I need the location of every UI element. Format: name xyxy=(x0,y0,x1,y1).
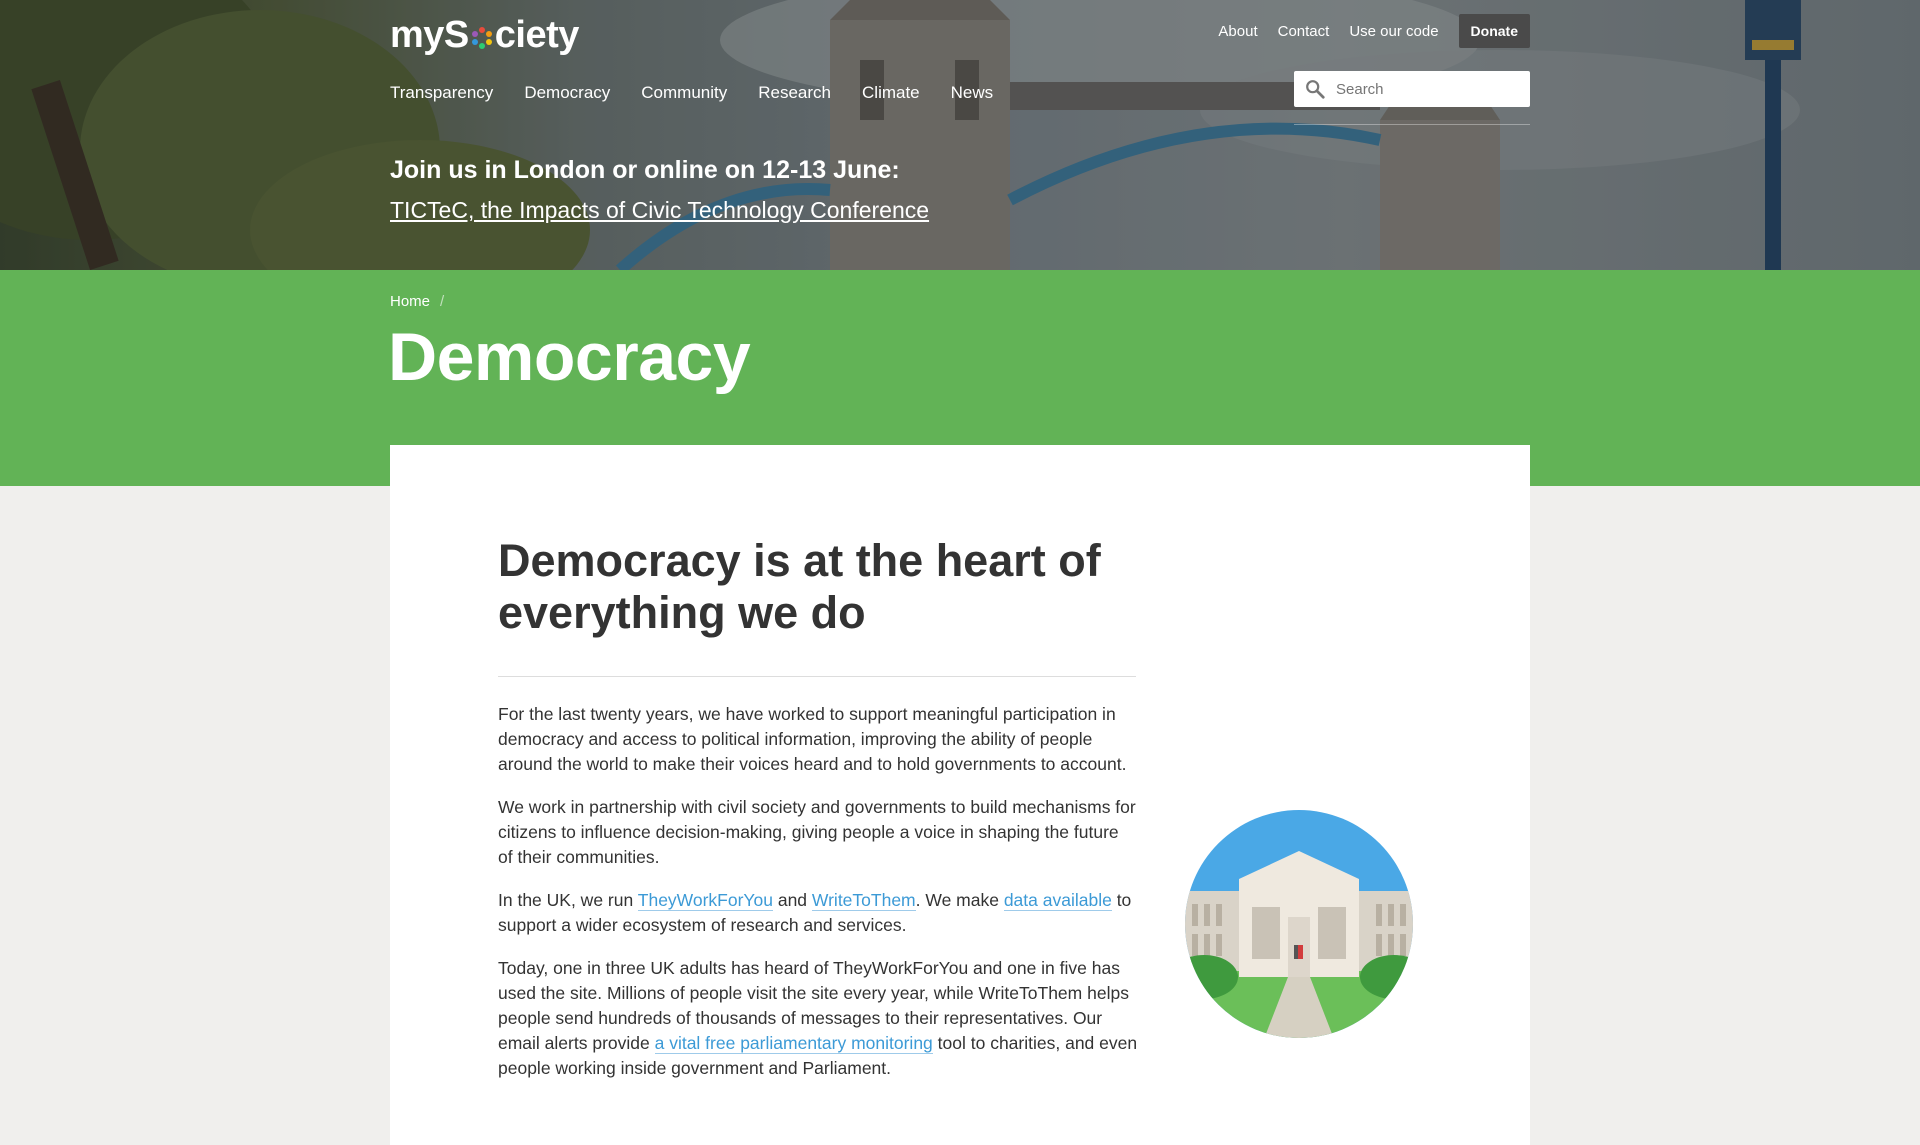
paragraph-1: For the last twenty years, we have worke… xyxy=(498,704,1127,774)
paragraph-2: We work in partnership with civil societ… xyxy=(498,797,1136,867)
writetothem-link[interactable]: WriteToThem xyxy=(811,890,916,911)
breadcrumb-home[interactable]: Home xyxy=(390,293,430,310)
nav-use-our-code[interactable]: Use our code xyxy=(1349,23,1438,40)
search-icon[interactable] xyxy=(1304,78,1326,100)
body-text: For the last twenty years, we have worke… xyxy=(498,702,1138,1099)
heading-divider xyxy=(498,676,1136,677)
data-available-link[interactable]: data available xyxy=(1003,890,1112,911)
nav-about[interactable]: About xyxy=(1218,23,1257,40)
paragraph-3-text-c: . We make xyxy=(915,890,1004,910)
parliament-building-illustration xyxy=(1185,810,1413,1038)
search-input[interactable] xyxy=(1334,79,1528,99)
mysociety-logo[interactable]: myS ciety xyxy=(390,14,579,57)
hero-overlay xyxy=(0,0,1920,270)
search-box xyxy=(1294,71,1530,107)
logo-text-end: ciety xyxy=(494,14,580,56)
page-title: Democracy xyxy=(388,319,751,395)
main-nav: Transparency Democracy Community Researc… xyxy=(390,83,993,103)
nav-divider xyxy=(1294,124,1530,125)
parliamentary-monitoring-link[interactable]: a vital free parliamentary monitoring xyxy=(654,1033,933,1054)
breadcrumb: Home / xyxy=(390,293,444,310)
theyworkforyou-link[interactable]: TheyWorkForYou xyxy=(637,890,773,911)
logo-text-start: myS xyxy=(390,14,469,56)
breadcrumb-separator: / xyxy=(440,293,445,310)
paragraph-3-text-b: and xyxy=(772,890,812,910)
nav-transparency[interactable]: Transparency xyxy=(390,83,493,103)
paragraph-3-text-a: In the UK, we run xyxy=(498,890,638,910)
hero-banner xyxy=(0,0,1920,270)
event-banner-link[interactable]: TICTeC, the Impacts of Civic Technology … xyxy=(390,197,929,224)
paragraph-3: In the UK, we run TheyWorkForYou and Wri… xyxy=(498,888,1138,938)
nav-news[interactable]: News xyxy=(951,83,994,103)
nav-research[interactable]: Research xyxy=(758,83,831,103)
event-banner-title: Join us in London or online on 12-13 Jun… xyxy=(390,156,900,184)
logo-ring-icon xyxy=(471,26,492,49)
utility-nav: About Contact Use our code Donate xyxy=(1218,14,1530,48)
nav-democracy[interactable]: Democracy xyxy=(524,83,610,103)
section-heading: Democracy is at the heart of everything … xyxy=(498,535,1101,638)
nav-community[interactable]: Community xyxy=(641,83,727,103)
donate-button[interactable]: Donate xyxy=(1458,14,1530,48)
content-card: Democracy is at the heart of everything … xyxy=(390,445,1530,1145)
nav-contact[interactable]: Contact xyxy=(1278,23,1330,40)
nav-climate[interactable]: Climate xyxy=(862,83,920,103)
paragraph-4: Today, one in three UK adults has heard … xyxy=(498,956,1138,1081)
